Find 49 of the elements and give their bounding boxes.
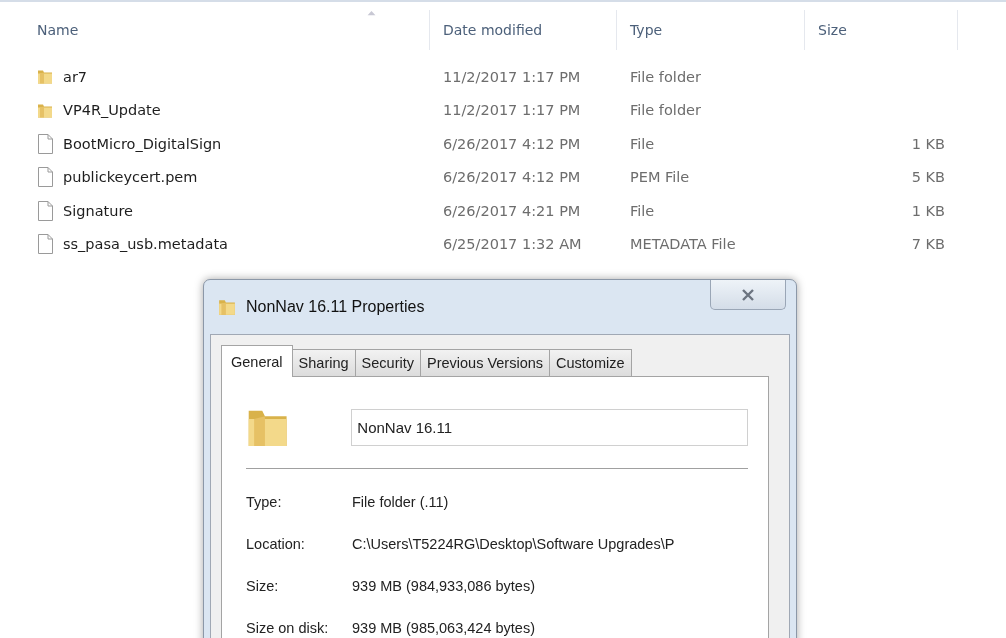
- date-modified: 6/26/2017 4:21 PM: [442, 202, 582, 219]
- date-modified: 6/26/2017 4:12 PM: [442, 169, 582, 186]
- file-type: PEM File: [629, 169, 691, 186]
- tab[interactable]: Security: [354, 349, 421, 376]
- property-value: C:\Users\T5224RG\Desktop\Software Upgrades\P: [352, 536, 675, 552]
- date-modified: 11/2/2017 1:17 PM: [442, 102, 582, 119]
- file-icon: [37, 167, 53, 188]
- close-icon: [741, 288, 755, 301]
- tab[interactable]: General: [221, 345, 293, 377]
- file-size: 1 KB: [910, 202, 946, 219]
- folder-icon: [218, 298, 236, 316]
- file-name[interactable]: publickeycert.pem: [63, 169, 198, 186]
- file-size: 7 KB: [910, 236, 946, 253]
- property-label: Size on disk:: [246, 620, 330, 636]
- folder-icon: [37, 68, 53, 86]
- file-name[interactable]: BootMicro_DigitalSign: [63, 135, 222, 152]
- tab[interactable]: Sharing: [291, 349, 356, 376]
- tab[interactable]: Customize: [549, 349, 632, 376]
- window-title: NonNav 16.11 Properties: [246, 298, 425, 316]
- close-button[interactable]: [710, 280, 786, 310]
- property-label: Type:: [246, 494, 283, 510]
- date-modified: 11/2/2017 1:17 PM: [442, 68, 582, 85]
- file-type: File: [629, 202, 656, 219]
- file-name[interactable]: ar7: [63, 68, 88, 85]
- file-type: File folder: [629, 68, 702, 85]
- date-modified: 6/26/2017 4:12 PM: [442, 135, 582, 152]
- sort-arrow-icon: [367, 10, 376, 16]
- property-value: File folder (.11): [352, 494, 449, 510]
- name-field[interactable]: NonNav 16.11: [351, 408, 748, 446]
- property-label: Size:: [246, 578, 280, 594]
- property-label: Location:: [246, 536, 306, 552]
- tab[interactable]: Previous Versions: [419, 349, 551, 376]
- file-name[interactable]: ss_pasa_usb.metadata: [63, 236, 228, 253]
- column-header[interactable]: Date modified: [430, 10, 617, 50]
- property-value: 939 MB (984,933,086 bytes): [352, 578, 535, 594]
- file-icon: [37, 200, 53, 221]
- file-name[interactable]: VP4R_Update: [63, 102, 161, 119]
- file-type: File folder: [629, 102, 702, 119]
- file-name[interactable]: Signature: [63, 202, 133, 219]
- property-value: 939 MB (985,063,424 bytes): [352, 620, 535, 636]
- file-type: METADATA File: [629, 236, 737, 253]
- file-icon: [37, 234, 53, 255]
- file-icon: [37, 133, 53, 154]
- date-modified: 6/25/2017 1:32 AM: [442, 236, 583, 253]
- column-header[interactable]: Type: [617, 10, 805, 50]
- file-size: 5 KB: [910, 169, 946, 186]
- file-size: 1 KB: [910, 135, 946, 152]
- file-type: File: [629, 135, 656, 152]
- column-header[interactable]: Size: [805, 10, 958, 50]
